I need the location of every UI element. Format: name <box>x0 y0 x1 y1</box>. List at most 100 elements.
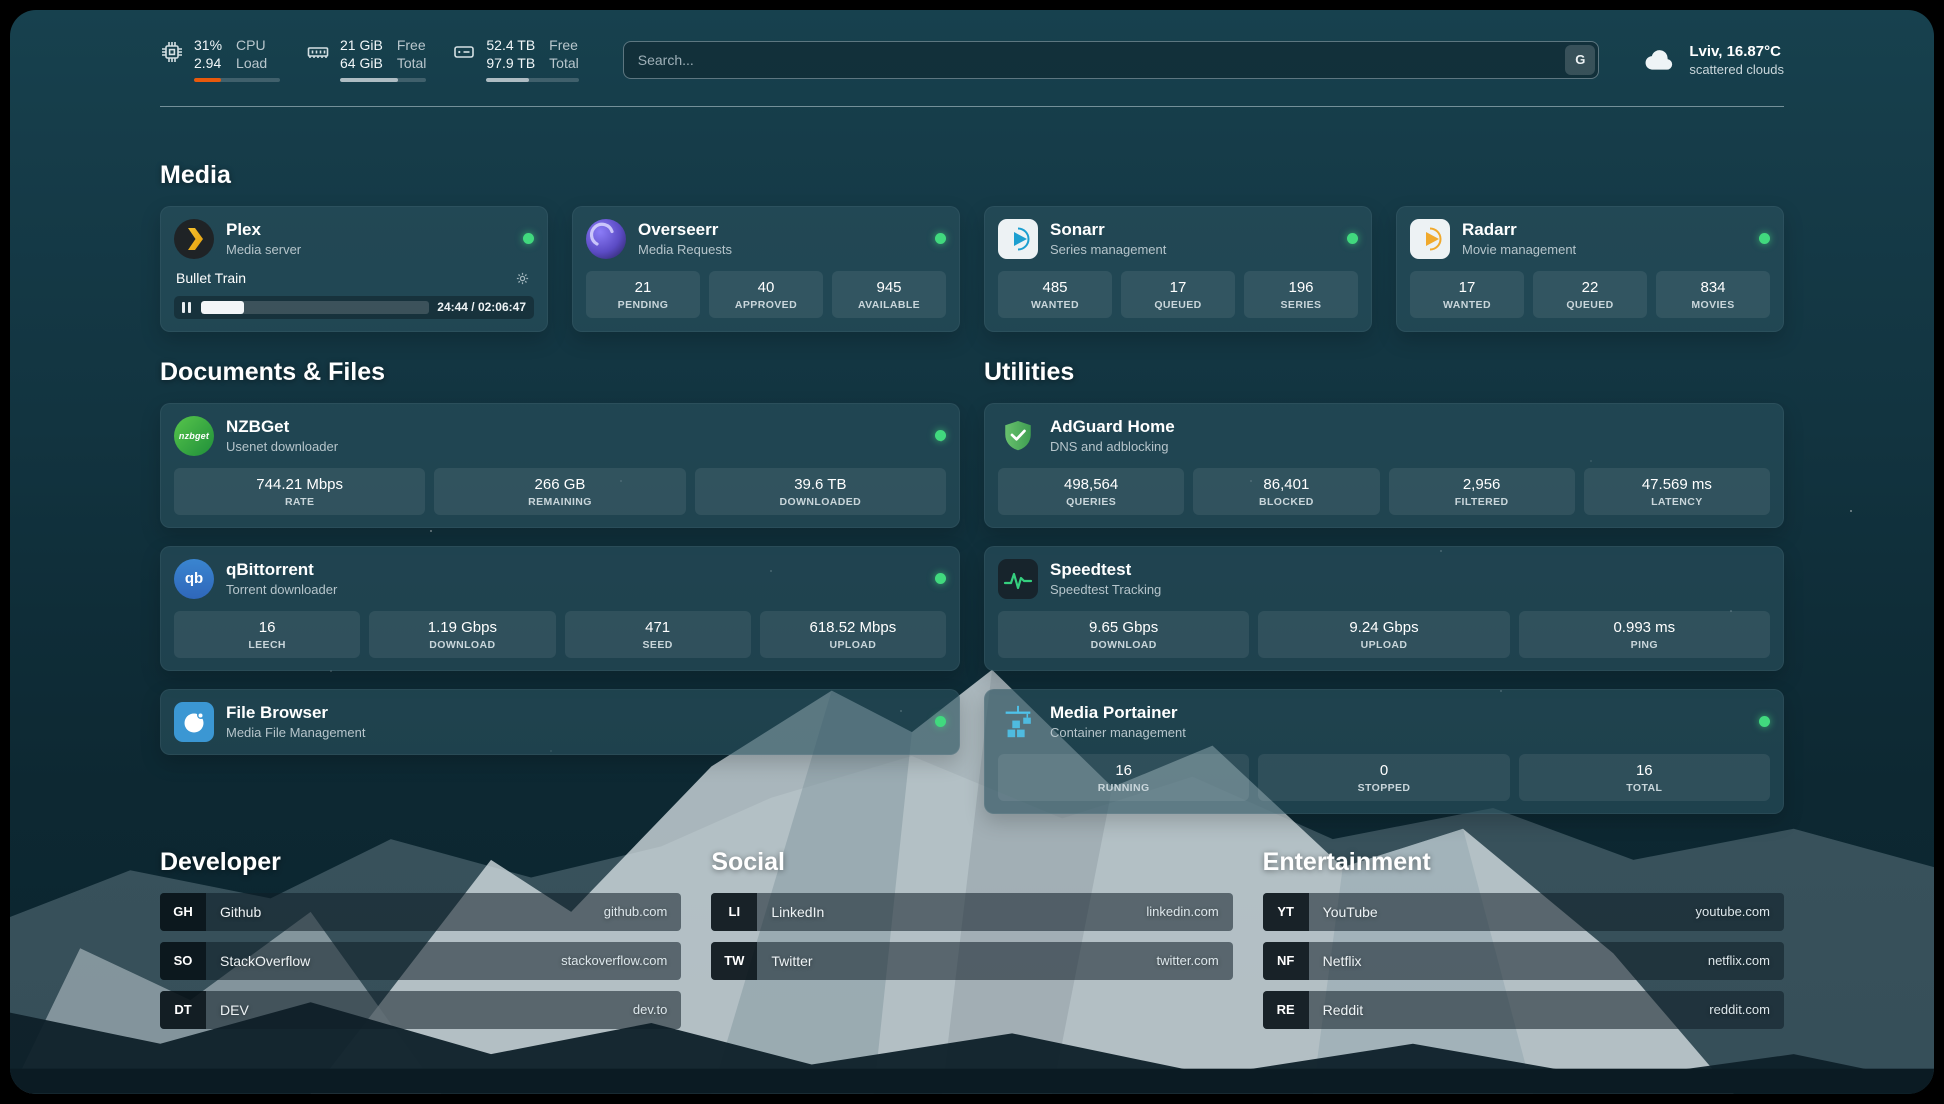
bookmark-row-linkedin[interactable]: LI LinkedIn linkedin.com <box>711 893 1232 931</box>
stat-running: 16RUNNING <box>998 754 1249 801</box>
section-entertainment: Entertainment YT YouTube youtube.com NF … <box>1263 848 1784 1040</box>
memory-free-label: Free <box>397 38 427 53</box>
bookmark-row-twitter[interactable]: TW Twitter twitter.com <box>711 942 1232 980</box>
cpu-meter <box>194 78 280 82</box>
section-title-media: Media <box>160 161 1784 190</box>
section-media: Media Plex Me <box>160 161 1784 332</box>
cpu-percent: 31% <box>194 38 222 53</box>
playback-time: 24:44 / 02:06:47 <box>437 300 526 314</box>
app-card-speedtest[interactable]: Speedtest Speedtest Tracking 9.65 GbpsDO… <box>984 546 1784 671</box>
stat-movies: 834MOVIES <box>1656 271 1770 318</box>
dashboard-content: 31% 2.94 CPU Load <box>10 10 1934 1070</box>
portainer-icon <box>998 702 1038 742</box>
bookmark-row-dev[interactable]: DT DEV dev.to <box>160 991 681 1029</box>
cpu-load-label: Load <box>236 56 267 71</box>
search-provider-button[interactable]: G <box>1565 45 1595 75</box>
status-dot <box>935 233 946 244</box>
app-card-sonarr[interactable]: Sonarr Series management 485WANTED 17QUE… <box>984 206 1372 332</box>
stat-stopped: 0STOPPED <box>1258 754 1509 801</box>
bookmark-row-reddit[interactable]: RE Reddit reddit.com <box>1263 991 1784 1029</box>
app-card-radarr[interactable]: Radarr Movie management 17WANTED 22QUEUE… <box>1396 206 1784 332</box>
stat-total: 16TOTAL <box>1519 754 1770 801</box>
app-card-filebrowser[interactable]: File Browser Media File Management <box>160 689 960 755</box>
memory-free-value: 21 GiB <box>340 38 383 53</box>
bookmark-url: netflix.com <box>1708 953 1770 968</box>
app-name: Overseerr <box>638 220 732 240</box>
disk-widget: 52.4 TB 97.9 TB Free Total <box>452 38 578 82</box>
section-social: Social LI LinkedIn linkedin.com TW Twitt… <box>711 848 1232 1040</box>
bookmark-row-github[interactable]: GH Github github.com <box>160 893 681 931</box>
app-subtitle: Speedtest Tracking <box>1050 582 1161 597</box>
status-dot <box>935 716 946 727</box>
memory-widget: 21 GiB 64 GiB Free Total <box>306 38 426 82</box>
bookmark-name: YouTube <box>1323 904 1378 920</box>
stat-wanted: 485WANTED <box>998 271 1112 318</box>
bookmark-url: github.com <box>604 904 668 919</box>
memory-total-value: 64 GiB <box>340 56 383 71</box>
stat-upload: 9.24 GbpsUPLOAD <box>1258 611 1509 658</box>
qbittorrent-icon: qb <box>174 559 214 599</box>
app-card-nzbget[interactable]: nzbget NZBGet Usenet downloader 744.21 M… <box>160 403 960 528</box>
bookmark-name: Netflix <box>1323 953 1362 969</box>
bookmark-url: youtube.com <box>1696 904 1770 919</box>
app-name: Speedtest <box>1050 560 1161 580</box>
app-name: File Browser <box>226 703 365 723</box>
disk-total-value: 97.9 TB <box>486 56 535 71</box>
weather-widget: Lviv, 16.87°C scattered clouds <box>1641 43 1784 77</box>
section-title-social: Social <box>711 848 1232 877</box>
app-card-adguard[interactable]: AdGuard Home DNS and adblocking 498,564Q… <box>984 403 1784 528</box>
memory-meter <box>340 78 426 82</box>
app-card-overseerr[interactable]: Overseerr Media Requests 21PENDING 40APP… <box>572 206 960 332</box>
bookmark-abbr: LI <box>711 893 757 931</box>
section-utilities: Utilities <box>984 358 1784 814</box>
topbar: 31% 2.94 CPU Load <box>160 10 1784 82</box>
app-subtitle: Usenet downloader <box>226 439 338 454</box>
status-dot <box>523 233 534 244</box>
bookmark-name: LinkedIn <box>771 904 824 920</box>
playback-bar: 24:44 / 02:06:47 <box>174 296 534 319</box>
cpu-load-value: 2.94 <box>194 56 222 71</box>
app-name: Radarr <box>1462 220 1576 240</box>
playback-progress[interactable] <box>201 301 430 314</box>
stat-queued: 17QUEUED <box>1121 271 1235 318</box>
stat-upload: 618.52 MbpsUPLOAD <box>760 611 946 658</box>
disk-total-label: Total <box>549 56 579 71</box>
app-card-plex[interactable]: Plex Media server Bullet Train <box>160 206 548 332</box>
app-subtitle: Movie management <box>1462 242 1576 257</box>
app-name: qBittorrent <box>226 560 337 580</box>
bookmark-row-youtube[interactable]: YT YouTube youtube.com <box>1263 893 1784 931</box>
stat-remaining: 266 GBREMAINING <box>434 468 685 515</box>
adguard-icon <box>998 416 1038 456</box>
bookmark-url: dev.to <box>633 1002 667 1017</box>
section-title-documents: Documents & Files <box>160 358 960 387</box>
search-input[interactable] <box>623 41 1600 79</box>
app-card-qbittorrent[interactable]: qb qBittorrent Torrent downloader 16LEEC… <box>160 546 960 671</box>
stat-download: 1.19 GbpsDOWNLOAD <box>369 611 555 658</box>
app-subtitle: DNS and adblocking <box>1050 439 1175 454</box>
stat-download: 9.65 GbpsDOWNLOAD <box>998 611 1249 658</box>
pause-button[interactable] <box>180 300 193 315</box>
section-developer: Developer GH Github github.com SO StackO… <box>160 848 681 1040</box>
bookmark-abbr: SO <box>160 942 206 980</box>
stat-series: 196SERIES <box>1244 271 1358 318</box>
bookmark-row-netflix[interactable]: NF Netflix netflix.com <box>1263 942 1784 980</box>
bookmark-name: Github <box>220 904 261 920</box>
app-name: AdGuard Home <box>1050 417 1175 437</box>
stat-filtered: 2,956FILTERED <box>1389 468 1575 515</box>
stat-leech: 16LEECH <box>174 611 360 658</box>
stat-rate: 744.21 MbpsRATE <box>174 468 425 515</box>
bookmark-row-stackoverflow[interactable]: SO StackOverflow stackoverflow.com <box>160 942 681 980</box>
topbar-divider <box>160 106 1784 107</box>
app-subtitle: Media server <box>226 242 301 257</box>
sonarr-icon <box>998 219 1038 259</box>
section-title-developer: Developer <box>160 848 681 877</box>
bookmark-url: reddit.com <box>1709 1002 1770 1017</box>
settings-gear-icon[interactable] <box>513 269 532 288</box>
stat-downloaded: 39.6 TBDOWNLOADED <box>695 468 946 515</box>
app-card-portainer[interactable]: Media Portainer Container management 16R… <box>984 689 1784 814</box>
bookmark-name: DEV <box>220 1002 249 1018</box>
stat-pending: 21PENDING <box>586 271 700 318</box>
stat-queries: 498,564QUERIES <box>998 468 1184 515</box>
weather-condition: scattered clouds <box>1689 62 1784 77</box>
cpu-chip-icon <box>160 40 184 64</box>
